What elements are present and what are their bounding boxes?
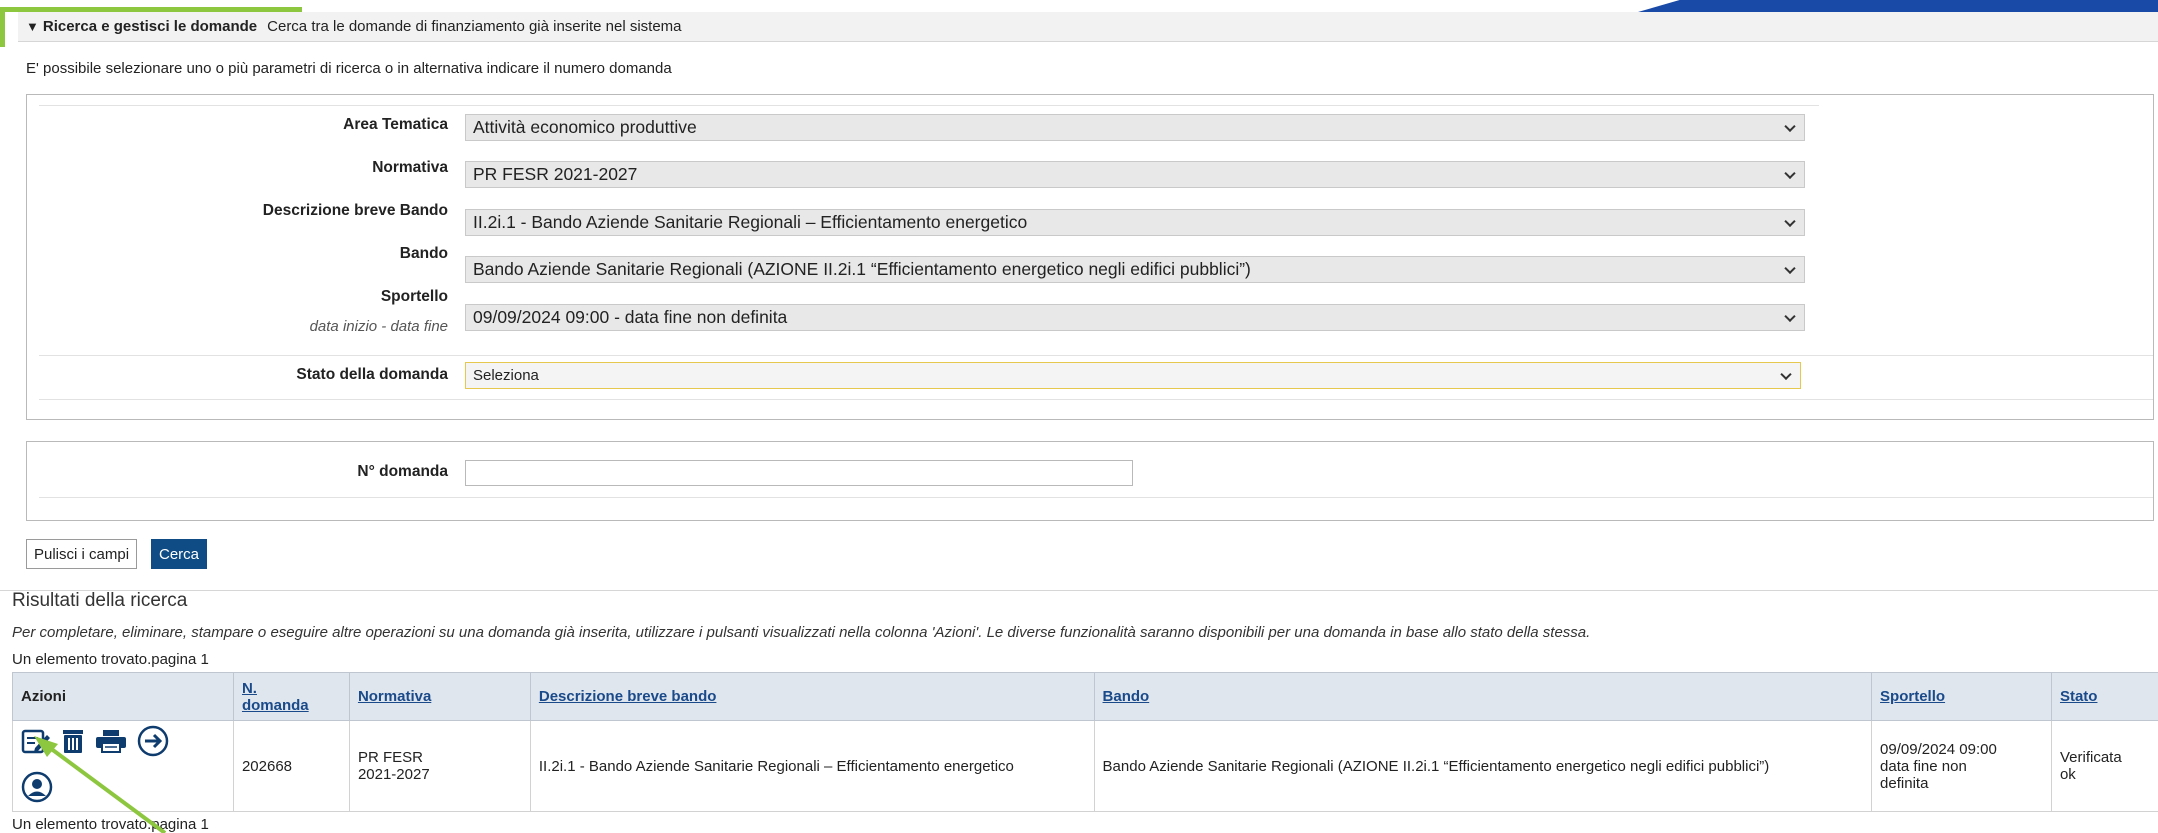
- actions-cell: [12, 720, 234, 812]
- bando-label: Bando: [399, 245, 448, 262]
- sportello-label: Sportello: [380, 288, 448, 305]
- results-table: Azioni N. domanda Normativa Descrizione b…: [12, 672, 2158, 812]
- results-count-bottom: Un elemento trovato.pagina 1: [12, 816, 209, 833]
- area-tematica-label: Area Tematica: [343, 116, 448, 133]
- normativa-value: PR FESR 2021-2027: [473, 164, 638, 184]
- table-row: 202668 PR FESR 2021-2027 II.2i.1 - Bando …: [12, 720, 2158, 812]
- results-divider: [0, 590, 2158, 591]
- col-azioni: Azioni: [12, 672, 234, 721]
- stato-domanda-value: Seleziona: [473, 367, 539, 384]
- intro-text: E' possibile selezionare uno o più param…: [26, 60, 672, 77]
- sportello-select[interactable]: 09/09/2024 09:00 - data fine non definit…: [465, 304, 1805, 331]
- results-count-top: Un elemento trovato.pagina 1: [12, 651, 209, 668]
- chevron-down-icon: [1784, 120, 1796, 132]
- chevron-down-icon: [1784, 215, 1796, 227]
- print-icon[interactable]: [95, 729, 127, 757]
- top-bar: [0, 0, 2158, 12]
- chevron-down-icon: [1784, 310, 1796, 322]
- table-header-row: Azioni N. domanda Normativa Descrizione b…: [12, 672, 2158, 721]
- area-tematica-select[interactable]: Attività economico produttive: [465, 114, 1805, 141]
- cell-bando: Bando Aziende Sanitarie Regionali (AZION…: [1093, 720, 1873, 812]
- col-bando[interactable]: Bando: [1093, 672, 1873, 721]
- cell-n-domanda: 202668: [232, 720, 350, 812]
- numero-domanda-input[interactable]: [465, 460, 1133, 486]
- col-sportello[interactable]: Sportello: [1871, 672, 2052, 721]
- section-title: Ricerca e gestisci le domande: [42, 18, 258, 35]
- section-subtitle: Cerca tra le domande di finanziamento gi…: [267, 18, 682, 35]
- normativa-select[interactable]: PR FESR 2021-2027: [465, 161, 1805, 188]
- cell-stato: Verificata ok: [2050, 720, 2158, 812]
- cell-descrizione: II.2i.1 - Bando Aziende Sanitarie Region…: [529, 720, 1095, 812]
- cell-normativa: PR FESR 2021-2027: [348, 720, 531, 812]
- descrizione-bando-label: Descrizione breve Bando: [262, 202, 448, 219]
- highlight-frame-left: [0, 7, 5, 47]
- banner-strip: [1638, 0, 2158, 12]
- area-tematica-value: Attività economico produttive: [473, 117, 697, 137]
- col-normativa[interactable]: Normativa: [348, 672, 531, 721]
- numero-domanda-label: N° domanda: [357, 463, 448, 480]
- col-descrizione[interactable]: Descrizione breve bando: [529, 672, 1095, 721]
- results-note: Per completare, eliminare, stampare o es…: [12, 624, 1591, 641]
- col-stato[interactable]: Stato: [2050, 672, 2158, 721]
- col-n-domanda[interactable]: N. domanda: [232, 672, 350, 721]
- collapse-triangle-icon[interactable]: ▼: [26, 19, 39, 34]
- bando-select[interactable]: Bando Aziende Sanitarie Regionali (AZION…: [465, 256, 1805, 283]
- arrow-right-circle-icon[interactable]: [137, 725, 169, 761]
- descrizione-bando-select[interactable]: II.2i.1 - Bando Aziende Sanitarie Region…: [465, 209, 1805, 236]
- chevron-down-icon: [1784, 262, 1796, 274]
- normativa-label: Normativa: [372, 159, 448, 176]
- bando-value: Bando Aziende Sanitarie Regionali (AZION…: [473, 259, 1251, 279]
- user-icon[interactable]: [21, 771, 53, 807]
- sportello-sublabel: data inizio - data fine: [309, 318, 448, 335]
- edit-icon[interactable]: [21, 728, 51, 758]
- sportello-value: 09/09/2024 09:00 - data fine non definit…: [473, 307, 788, 327]
- cell-sportello: 09/09/2024 09:00 data fine non definita: [1871, 720, 2052, 812]
- trash-icon[interactable]: [61, 728, 85, 758]
- stato-domanda-select[interactable]: Seleziona: [465, 362, 1801, 389]
- results-title: Risultati della ricerca: [12, 590, 188, 611]
- descrizione-bando-value: II.2i.1 - Bando Aziende Sanitarie Region…: [473, 212, 1028, 232]
- search-button[interactable]: Cerca: [151, 539, 208, 569]
- chevron-down-icon: [1780, 368, 1792, 380]
- clear-fields-button[interactable]: Pulisci i campi: [26, 539, 138, 569]
- section-header[interactable]: ▼ Ricerca e gestisci le domande Cerca tr…: [18, 12, 2158, 42]
- chevron-down-icon: [1784, 167, 1796, 179]
- stato-domanda-label: Stato della domanda: [296, 366, 448, 383]
